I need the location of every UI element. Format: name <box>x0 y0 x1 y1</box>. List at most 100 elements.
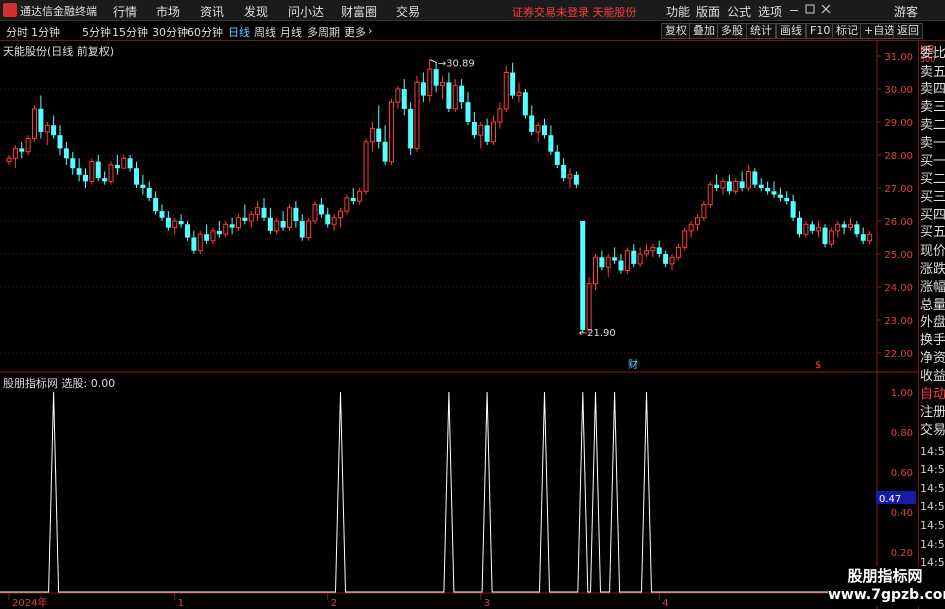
period-60min[interactable]: 60分钟 <box>187 24 223 40</box>
candle-body <box>720 180 726 189</box>
candle-body <box>229 224 235 228</box>
candle-body <box>242 217 248 221</box>
sidebar-label: 换手 <box>920 333 945 348</box>
candle-body <box>210 230 216 242</box>
candle-body <box>765 188 771 192</box>
signal-line <box>0 391 918 593</box>
period-15min[interactable]: 15分钟 <box>112 24 148 40</box>
candle-body <box>6 157 12 163</box>
candle-body <box>758 184 764 188</box>
candle-body <box>51 125 57 136</box>
period-monthly[interactable]: 月线 <box>280 24 302 40</box>
candle-body <box>612 257 618 261</box>
diejia-button[interactable]: 叠加 <box>689 23 719 39</box>
candle-body <box>739 181 745 188</box>
candle-body <box>459 85 465 103</box>
max-icon[interactable] <box>805 4 815 14</box>
candle-body <box>146 188 152 198</box>
candle-body <box>357 190 363 202</box>
candle-body <box>223 223 229 235</box>
close-icon[interactable] <box>821 4 831 14</box>
sidebar-label: 卖四 <box>920 82 945 97</box>
candle-body <box>688 223 694 232</box>
candle-body <box>369 128 375 143</box>
duogu-button[interactable]: 多股 <box>717 23 747 39</box>
candle-body <box>522 92 528 116</box>
period-30min[interactable]: 30分钟 <box>152 24 188 40</box>
tick-time: 14:56 <box>920 500 945 513</box>
tick-time: 14:56 <box>920 519 945 532</box>
candle-body <box>465 102 471 122</box>
candle-body <box>446 82 452 109</box>
candle-body <box>695 217 700 225</box>
candle-body <box>216 230 222 235</box>
candle-body <box>650 246 656 252</box>
indicator-tick-label: 0.80 <box>891 428 913 439</box>
candle-body <box>593 256 598 285</box>
candle-body <box>663 254 669 264</box>
cai-marker: 财 <box>628 358 638 371</box>
sidebar-label: 买二 <box>920 172 945 187</box>
candle-body <box>338 210 343 219</box>
candle-body <box>586 283 592 331</box>
candle-body <box>752 171 758 185</box>
candle-body <box>95 161 101 179</box>
candle-body <box>191 237 197 251</box>
candle-body <box>134 168 139 185</box>
candle-body <box>114 164 120 169</box>
price-tick-label: 28.00 <box>884 151 913 162</box>
period-5min[interactable]: 5分钟 <box>82 24 111 40</box>
sidebar-trade[interactable]: 交易 <box>920 423 945 439</box>
back-button[interactable]: 返回 <box>893 23 923 39</box>
sidebar-label: 净资 <box>920 351 945 366</box>
candle-body <box>440 81 445 87</box>
candle-body <box>599 257 605 268</box>
kline-chart-area[interactable]: 22.00 23.00 24.00 25.00 26.00 27.00 28.00 29.00… <box>0 41 918 609</box>
candle-body <box>542 125 547 136</box>
candle-body <box>376 128 382 142</box>
period-multi[interactable]: 多周期 <box>307 24 340 40</box>
sidebar-label: 收益 <box>920 369 945 384</box>
huaxian-button[interactable]: 画线 <box>776 23 806 39</box>
candle-body <box>121 157 127 169</box>
fuquan-button[interactable]: 复权 <box>661 23 691 39</box>
candle-body <box>248 213 254 222</box>
signal-series <box>0 391 918 593</box>
price-tick-label: 30.00 <box>884 85 913 96</box>
candle-body <box>548 135 554 152</box>
sidebar-label: 买一 <box>920 154 945 169</box>
candle-body <box>478 124 484 136</box>
tick-time: 14:56 <box>920 538 945 551</box>
period-daily[interactable]: 日线 <box>228 24 250 40</box>
min-icon[interactable] <box>790 10 798 11</box>
period-1min[interactable]: 1分钟 <box>31 24 60 40</box>
period-more[interactable]: 更多 <box>344 24 366 40</box>
sidebar-register[interactable]: 注册 <box>920 405 945 421</box>
candle-body <box>25 138 31 153</box>
candle-body <box>797 217 802 235</box>
candle-body <box>382 141 388 162</box>
biaoji-button[interactable]: 标记 <box>832 23 862 39</box>
candle-body <box>127 158 133 169</box>
tick-time: 14:56 <box>920 445 945 458</box>
candle-body <box>503 72 509 110</box>
candle-body <box>848 223 853 229</box>
sidebar-label: 买五 <box>920 225 945 240</box>
more-arrow-icon[interactable]: › <box>368 24 372 37</box>
sidebar-label: 总量 <box>920 298 945 313</box>
period-weekly[interactable]: 周线 <box>254 24 276 40</box>
candle-body <box>860 234 866 241</box>
candle-body <box>287 207 292 229</box>
sidebar-auto[interactable]: 自动 <box>920 387 945 403</box>
tongji-button[interactable]: 统计 <box>746 23 776 39</box>
f10-button[interactable]: F10 <box>806 23 835 39</box>
candle-body <box>344 197 350 212</box>
candle-body <box>363 141 369 192</box>
candle-body <box>484 125 490 142</box>
candle-body <box>178 221 184 225</box>
sidebar-label: 委比 <box>920 46 945 61</box>
period-fenshi[interactable]: 分时 <box>6 24 28 40</box>
sidebar-label: 卖一 <box>920 136 945 151</box>
candle-body <box>637 253 643 265</box>
candle-body <box>274 220 280 232</box>
